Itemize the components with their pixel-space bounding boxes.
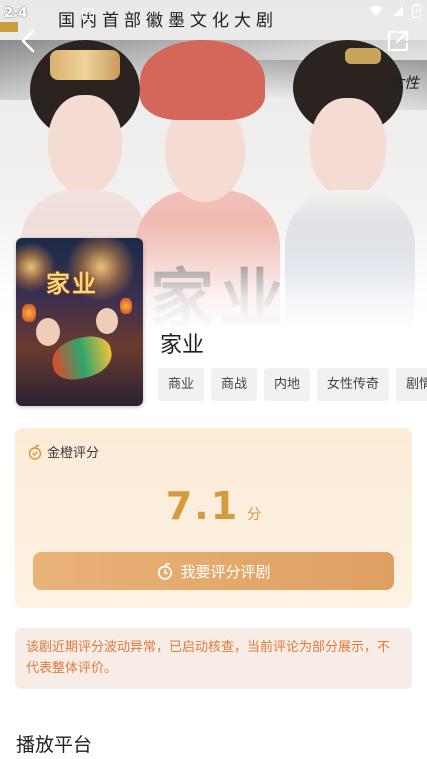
poster-lantern: [22, 304, 36, 322]
tag-chip[interactable]: 女性传奇: [317, 368, 390, 401]
back-button[interactable]: [14, 26, 44, 56]
tag-chip[interactable]: 商业: [158, 368, 205, 401]
notification-icon: A: [82, 8, 94, 20]
status-time: 2:4: [4, 6, 28, 21]
poster-kite: [48, 332, 116, 384]
share-button[interactable]: [383, 26, 413, 56]
tag-chip[interactable]: 内地: [264, 368, 311, 401]
rating-notice: 该剧近期评分波动异常，已启动核查，当前评论为部分展示，不代表整体评价。: [15, 628, 412, 689]
poster-title: 家业: [46, 269, 98, 298]
drama-title: 家业: [160, 333, 205, 358]
poster-figure: [36, 318, 60, 346]
rating-label-row: 金橙评分: [27, 442, 99, 461]
orange-rating-icon: [28, 444, 42, 460]
share-icon: [387, 30, 409, 52]
signal-icon: [392, 5, 404, 21]
rating-label: 金橙评分: [47, 446, 100, 461]
chevron-left-icon: [21, 29, 35, 53]
poster-figure: [96, 308, 118, 334]
orange-rating-icon: [158, 562, 173, 580]
status-icons: [368, 4, 421, 22]
notice-text: 该剧近期评分波动异常，已启动核查，当前评论为部分展示，不代表整体评价。: [26, 640, 391, 676]
rating-unit: 分: [247, 507, 262, 523]
section-title-platforms: 播放平台: [16, 734, 93, 756]
battery-icon: [412, 4, 421, 22]
tag-list: 商业 商战 内地 女性传奇 剧情: [158, 368, 427, 401]
rate-button-label: 我要评分评剧: [180, 562, 271, 581]
rating-score: 7.1: [165, 484, 240, 528]
score-row: 7.1 分: [0, 484, 427, 528]
rate-drama-button[interactable]: 我要评分评剧: [33, 552, 394, 590]
hero-side-text: 女性: [388, 74, 419, 92]
wifi-icon: [368, 5, 384, 21]
poster-lantern: [120, 298, 132, 314]
tag-chip[interactable]: 剧情: [396, 368, 427, 401]
tag-chip[interactable]: 商战: [211, 368, 258, 401]
drama-poster[interactable]: 家业: [16, 238, 143, 406]
